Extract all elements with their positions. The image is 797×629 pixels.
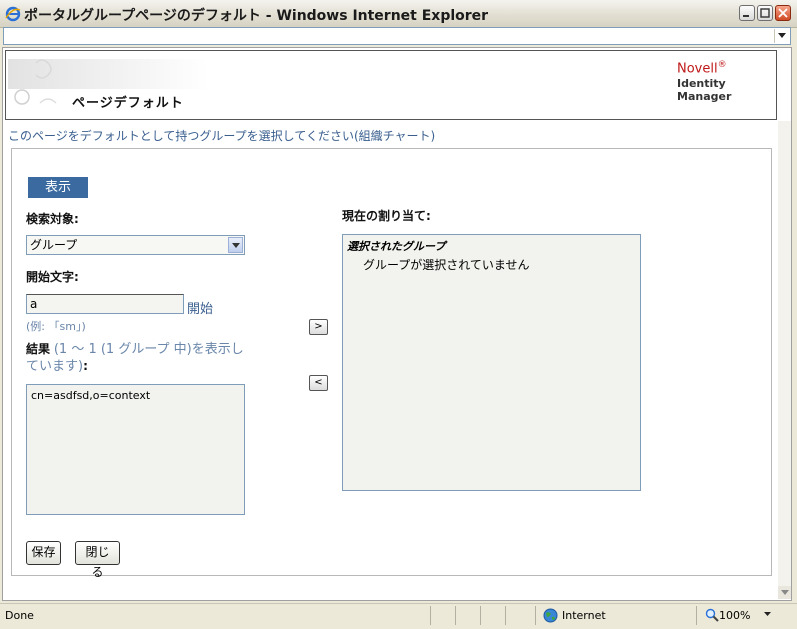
- maximize-icon: [760, 8, 770, 18]
- product-name: Identity Manager: [677, 77, 732, 103]
- vertical-scrollbar[interactable]: [778, 121, 791, 599]
- start-chars-input[interactable]: a: [26, 294, 184, 314]
- minimize-icon: [743, 15, 749, 17]
- start-search-link[interactable]: 開始: [187, 298, 213, 317]
- close-window-button[interactable]: [775, 5, 791, 21]
- page-header: ページデフォルト Novell® Identity Manager: [5, 50, 777, 120]
- chevron-down-icon[interactable]: [764, 612, 771, 617]
- window-title: ポータルグループページのデフォルト - Windows Internet Exp…: [24, 8, 489, 24]
- minimize-button[interactable]: [739, 5, 755, 21]
- start-chars-label: 開始文字:: [26, 270, 79, 284]
- ie-icon: [5, 6, 21, 22]
- chevron-down-icon: [781, 590, 789, 595]
- selection-panel: 表示 検索対象: グループ 開始文字: a 開始 (例: 「sm」) 結果 (1…: [11, 148, 772, 579]
- zoom-level[interactable]: 100%: [719, 609, 750, 622]
- chevron-down-icon: [778, 33, 786, 38]
- save-button[interactable]: 保存: [26, 541, 61, 565]
- status-divider: [696, 606, 697, 625]
- search-target-dropdown-button[interactable]: [228, 237, 243, 253]
- assigned-listbox[interactable]: 選択されたグループ グループが選択されていません: [342, 234, 641, 491]
- novell-logo: Novell®: [677, 60, 727, 77]
- status-text: Done: [5, 609, 34, 622]
- zoom-icon: [705, 608, 719, 622]
- close-button[interactable]: 閉じる: [75, 541, 120, 579]
- add-to-assigned-button[interactable]: >: [309, 319, 328, 335]
- list-item[interactable]: cn=asdfsd,o=context: [31, 389, 150, 402]
- status-bar: Done Internet 100%: [0, 603, 797, 629]
- search-target-label: 検索対象:: [26, 212, 79, 226]
- status-divider: [535, 606, 536, 625]
- address-dropdown-button[interactable]: [774, 29, 789, 43]
- status-divider: [505, 606, 506, 625]
- instruction-text: このページをデフォルトとして持つグループを選択してください(組織チャート): [8, 129, 436, 143]
- page-content: ページデフォルト Novell® Identity Manager このページを…: [2, 47, 792, 601]
- title-bar: ポータルグループページのデフォルト - Windows Internet Exp…: [0, 0, 797, 28]
- assigned-header: 選択されたグループ: [347, 240, 446, 253]
- scroll-down-button[interactable]: [778, 586, 791, 599]
- status-divider: [455, 606, 456, 625]
- chevron-down-icon: [232, 243, 240, 248]
- page-title: ページデフォルト: [72, 96, 184, 111]
- search-target-select[interactable]: グループ: [26, 235, 245, 255]
- results-label: 結果 (1 〜 1 (1 グループ 中)を表示しています):: [26, 342, 244, 374]
- assigned-empty-text: グループが選択されていません: [363, 258, 530, 272]
- search-target-value: グループ: [30, 238, 78, 252]
- tab-show[interactable]: 表示: [28, 177, 88, 198]
- results-listbox[interactable]: cn=asdfsd,o=context: [26, 384, 245, 515]
- address-bar[interactable]: [3, 27, 791, 45]
- status-divider: [480, 606, 481, 625]
- status-divider: [430, 606, 431, 625]
- close-icon: [778, 8, 788, 18]
- globe-icon: [543, 608, 558, 623]
- assigned-label: 現在の割り当て:: [342, 209, 431, 223]
- remove-from-assigned-button[interactable]: <: [309, 375, 328, 391]
- maximize-button[interactable]: [757, 5, 773, 21]
- search-hint: (例: 「sm」): [26, 320, 86, 333]
- security-zone[interactable]: Internet: [562, 609, 606, 622]
